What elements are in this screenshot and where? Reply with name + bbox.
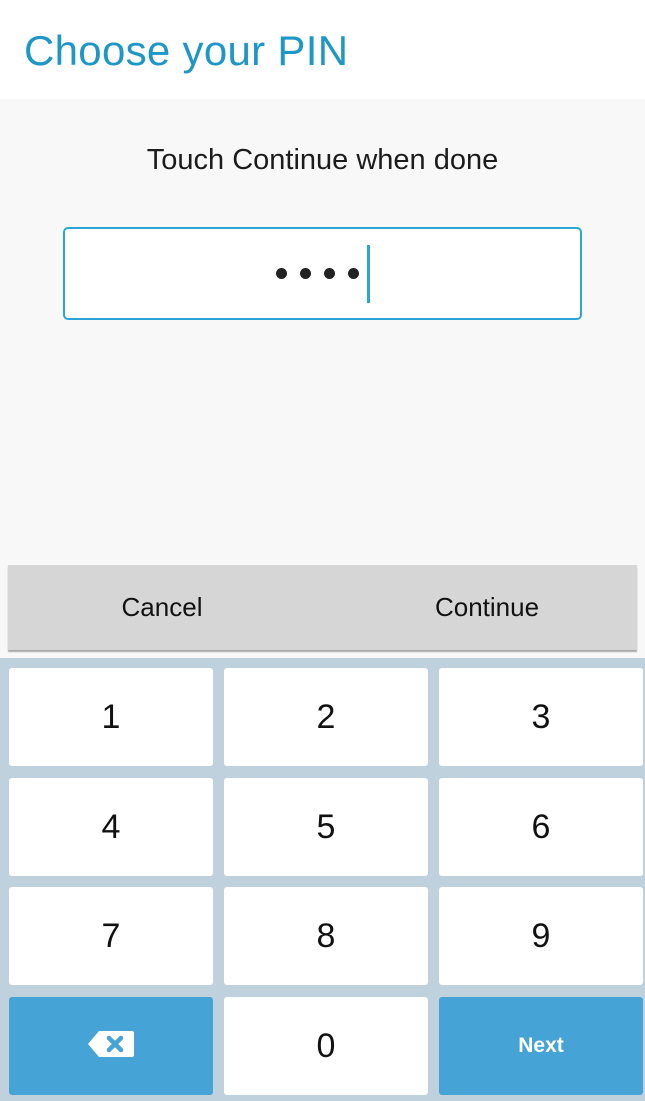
pin-input[interactable] — [63, 227, 582, 320]
key-0[interactable]: 0 — [224, 997, 428, 1095]
key-4[interactable]: 4 — [9, 778, 213, 876]
key-9[interactable]: 9 — [439, 887, 643, 985]
cancel-button[interactable]: Cancel — [8, 565, 322, 650]
pin-dot — [347, 268, 359, 279]
page-title: Choose your PIN — [24, 27, 349, 74]
next-key[interactable]: Next — [439, 997, 643, 1095]
cancel-label: Cancel — [121, 592, 203, 622]
key-6[interactable]: 6 — [439, 778, 643, 876]
key-2[interactable]: 2 — [224, 668, 428, 766]
numeric-keypad: 1 2 3 4 5 6 7 8 9 0 Next — [0, 658, 645, 1101]
continue-label: Continue — [434, 592, 540, 622]
instruction-text: Touch Continue when done — [146, 144, 499, 176]
key-1[interactable]: 1 — [9, 668, 213, 766]
pin-dot — [299, 268, 311, 279]
backspace-key[interactable] — [9, 997, 213, 1095]
pin-dot — [275, 268, 287, 279]
key-3[interactable]: 3 — [439, 668, 643, 766]
key-8[interactable]: 8 — [224, 887, 428, 985]
action-bar: Cancel Continue — [8, 565, 637, 650]
pin-dot — [323, 268, 335, 279]
header: Choose your PIN — [0, 0, 645, 99]
key-7[interactable]: 7 — [9, 887, 213, 985]
key-5[interactable]: 5 — [224, 778, 428, 876]
backspace-icon — [88, 1027, 134, 1066]
pin-masked-value — [65, 229, 580, 318]
continue-button[interactable]: Continue — [322, 565, 636, 650]
text-caret — [367, 244, 370, 303]
